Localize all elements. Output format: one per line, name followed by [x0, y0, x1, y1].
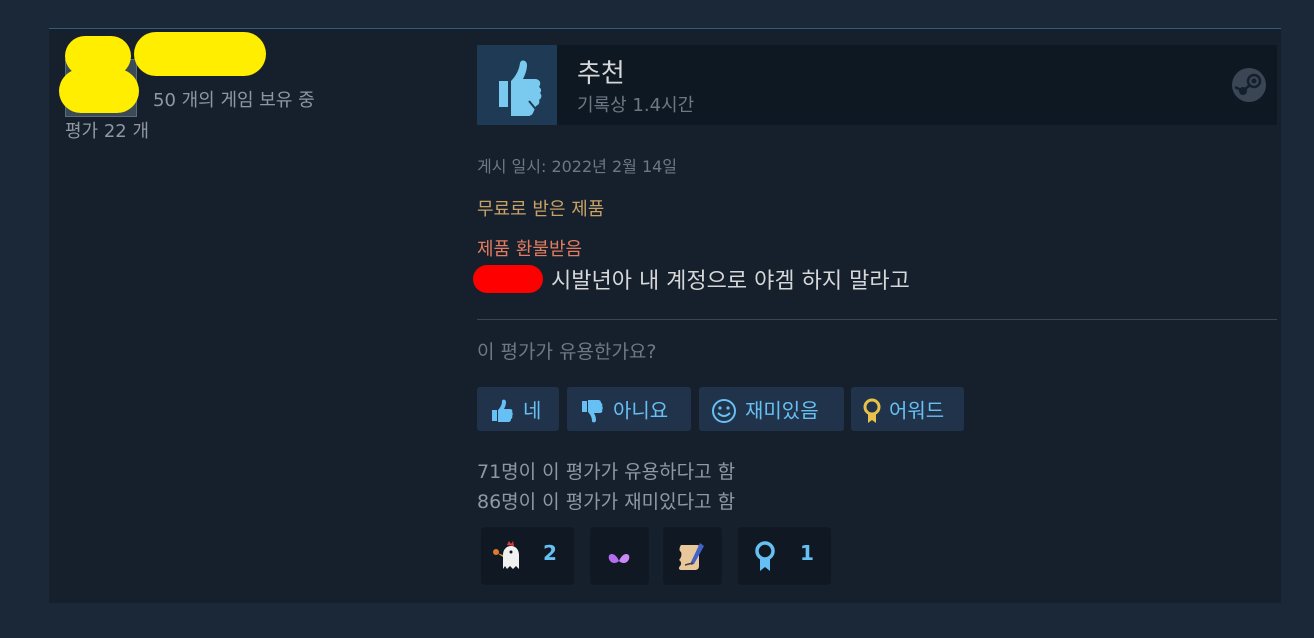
redaction-mark: [134, 32, 266, 76]
funny-count: 86명이 이 평가가 재미있다고 함: [477, 491, 736, 513]
smiley-icon: [709, 396, 739, 426]
award-item[interactable]: [663, 527, 722, 585]
scroll-quill-award-icon: [675, 539, 709, 573]
vote-funny-label: 재미있음: [745, 398, 819, 423]
award-ribbon-icon: [857, 396, 887, 426]
chicken-award-icon: [491, 539, 525, 573]
award-count: 1: [800, 541, 814, 565]
redaction-mark: [473, 265, 543, 293]
reviews-count-link[interactable]: 평가 22 개: [65, 117, 149, 143]
review-text: 시발년아 내 계정으로 야겜 하지 말라고: [551, 269, 910, 294]
helpful-question: 이 평가가 유용한가요?: [477, 341, 657, 363]
ribbon-award-icon: [748, 539, 782, 573]
award-item[interactable]: [590, 527, 649, 585]
posted-date: 게시 일시: 2022년 2월 14일: [477, 157, 678, 176]
review-verdict-header[interactable]: 추천 기록상 1.4시간: [477, 45, 1277, 125]
award-item[interactable]: 2: [481, 527, 574, 585]
divider: [477, 319, 1277, 320]
award-item[interactable]: 1: [738, 527, 831, 585]
refunded-label: 제품 환불받음: [477, 239, 583, 260]
vote-no-button[interactable]: 아니요: [567, 387, 691, 431]
thumbs-down-icon: [577, 396, 607, 426]
award-button[interactable]: 어워드: [851, 387, 964, 431]
playtime-hours: 기록상 1.4시간: [577, 95, 695, 116]
vote-yes-label: 네: [523, 398, 542, 423]
review-card: 50 개의 게임 보유 중 평가 22 개 추천 기록상 1.4시간 게시 일시…: [49, 28, 1281, 603]
vote-no-label: 아니요: [613, 398, 669, 423]
free-product-label: 무료로 받은 제품: [477, 199, 605, 220]
purple-wings-award-icon: [602, 539, 636, 573]
games-owned-link[interactable]: 50 개의 게임 보유 중: [153, 86, 315, 112]
award-label: 어워드: [889, 398, 945, 423]
thumbs-up-icon: [487, 396, 517, 426]
redaction-mark: [59, 69, 139, 113]
vote-funny-button[interactable]: 재미있음: [699, 387, 844, 431]
award-count: 2: [543, 541, 557, 565]
helpful-count: 71명이 이 평가가 유용하다고 함: [477, 461, 736, 483]
vote-yes-button[interactable]: 네: [477, 387, 559, 431]
thumbs-up-icon: [477, 45, 557, 125]
steam-logo-icon: [1231, 67, 1267, 103]
review-author: 50 개의 게임 보유 중 평가 22 개: [49, 29, 469, 603]
verdict-title: 추천: [577, 59, 625, 89]
